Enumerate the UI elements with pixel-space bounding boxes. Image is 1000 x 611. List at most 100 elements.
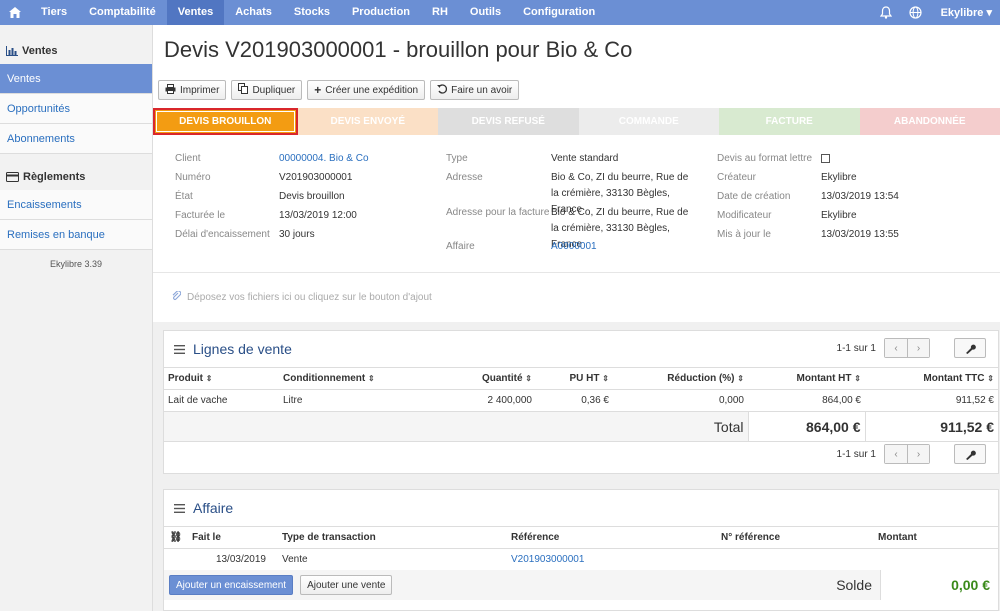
balance-area: Solde 0,00 €: [770, 570, 998, 600]
add-sale-button[interactable]: Ajouter une vente: [300, 575, 393, 595]
sidebar-section-label: Règlements: [23, 171, 86, 183]
top-navigation: Tiers Comptabilité Ventes Achats Stocks …: [0, 0, 1000, 25]
col-n-reference: N° référence: [717, 526, 874, 549]
type-label: Type: [446, 153, 468, 164]
nav-production[interactable]: Production: [341, 0, 421, 25]
nav-configuration[interactable]: Configuration: [512, 0, 606, 25]
col-pu-ht[interactable]: PU HT ⇕: [536, 367, 613, 390]
cell-reference: V201903000001: [507, 548, 717, 571]
chevron-down-icon: ▾: [986, 7, 992, 19]
sort-icon: ⇕: [854, 374, 861, 383]
client-link[interactable]: 00000004. Bio & Co: [279, 151, 369, 167]
sidebar-item-encaissements[interactable]: Encaissements: [0, 190, 152, 220]
cell-montant: [874, 548, 998, 571]
sidebar-item-ventes[interactable]: Ventes: [0, 64, 152, 94]
col-reference: Référence: [507, 526, 717, 549]
credit-card-icon: [6, 172, 19, 182]
chevron-right-icon[interactable]: ›: [907, 445, 929, 463]
add-payment-button[interactable]: Ajouter un encaissement: [169, 575, 294, 595]
create-shipment-button[interactable]: + Créer une expédition: [307, 80, 426, 100]
home-icon[interactable]: [0, 0, 30, 25]
col-reduction[interactable]: Réduction (%) ⇕: [613, 367, 748, 390]
table-row[interactable]: Lait de vache Litre 2 400,000 0,36 € 0,0…: [164, 389, 998, 412]
file-dropzone[interactable]: Déposez vos fichiers ici ou cliquez sur …: [172, 290, 432, 304]
col-quantite[interactable]: Quantité ⇕: [469, 367, 536, 390]
affair-table: ⛓ Fait le Type de transaction Référence …: [164, 526, 998, 571]
duplicate-button[interactable]: Dupliquer: [231, 80, 303, 100]
maj-value: 13/03/2019 13:55: [821, 229, 899, 240]
cell-montant-ht: 864,00 €: [748, 389, 865, 412]
cell-fait-le: 13/03/2019: [188, 548, 278, 571]
bar-chart-icon: [6, 46, 18, 56]
step-devis-refuse[interactable]: DEVIS REFUSÉ: [438, 108, 579, 135]
wrench-icon[interactable]: [954, 444, 986, 464]
col-montant-ttc[interactable]: Montant TTC ⇕: [865, 367, 998, 390]
step-devis-brouillon[interactable]: DEVIS BROUILLON: [153, 108, 298, 135]
sort-icon: ⇕: [987, 374, 994, 383]
etat-value: Devis brouillon: [279, 191, 345, 202]
sort-icon: ⇕: [602, 374, 609, 383]
sale-lines-pager-top: 1-1 sur 1 ‹ ›: [837, 338, 986, 358]
step-commande[interactable]: COMMANDE: [578, 108, 719, 135]
client-label: Client: [175, 153, 201, 164]
total-label: Total: [164, 411, 748, 442]
table-row[interactable]: 13/03/2019 Vente V201903000001: [164, 548, 998, 571]
nav-achats[interactable]: Achats: [224, 0, 283, 25]
chevron-left-icon[interactable]: ‹: [885, 445, 907, 463]
unlink-icon[interactable]: ⛓: [164, 526, 188, 549]
dropzone-text: Déposez vos fichiers ici ou cliquez sur …: [187, 292, 432, 303]
sort-icon: ⇕: [368, 374, 375, 383]
duplicate-label: Dupliquer: [252, 84, 296, 96]
balance-label: Solde: [836, 577, 872, 593]
details-panel: Client 00000004. Bio & Co Numéro V201903…: [153, 143, 1000, 273]
printer-icon: [165, 83, 176, 97]
undo-icon: [437, 83, 448, 97]
reference-link[interactable]: V201903000001: [511, 554, 584, 565]
nav-rh[interactable]: RH: [421, 0, 459, 25]
credit-note-label: Faire un avoir: [451, 84, 513, 96]
paperclip-icon: [172, 290, 182, 304]
nav-ventes[interactable]: Ventes: [166, 0, 225, 25]
format-lettre-checkbox[interactable]: [821, 154, 830, 163]
col-montant-ht[interactable]: Montant HT ⇕: [748, 367, 865, 390]
step-facture[interactable]: FACTURE: [719, 108, 860, 135]
col-label: Produit: [168, 373, 203, 384]
sale-lines-pager-bottom: 1-1 sur 1 ‹ ›: [837, 444, 986, 464]
chevron-right-icon[interactable]: ›: [907, 339, 929, 357]
col-label: Réduction (%): [667, 373, 735, 384]
sidebar-item-remises[interactable]: Remises en banque: [0, 220, 152, 250]
format-lettre-label: Devis au format lettre: [717, 153, 813, 164]
page-title: Devis V201903000001 - brouillon pour Bio…: [164, 37, 633, 62]
nav-outils[interactable]: Outils: [459, 0, 512, 25]
cell-conditionnement: Litre: [279, 389, 469, 412]
col-conditionnement[interactable]: Conditionnement ⇕: [279, 367, 469, 390]
list-icon: [174, 341, 185, 357]
user-menu[interactable]: Ekylibre ▾: [931, 6, 1000, 19]
chevron-left-icon[interactable]: ‹: [885, 339, 907, 357]
cell-montant-ttc: 911,52 €: [865, 389, 998, 412]
affaire-link[interactable]: A0000001: [551, 239, 597, 255]
affair-header: Affaire: [164, 490, 998, 526]
total-ttc: 911,52 €: [864, 411, 998, 442]
sidebar-item-abonnements[interactable]: Abonnements: [0, 124, 152, 154]
numero-value: V201903000001: [279, 172, 353, 183]
print-button[interactable]: Imprimer: [158, 80, 227, 100]
credit-note-button[interactable]: Faire un avoir: [430, 80, 520, 100]
nav-comptabilite[interactable]: Comptabilité: [78, 0, 167, 25]
copy-icon: [238, 83, 249, 97]
nav-stocks[interactable]: Stocks: [283, 0, 341, 25]
bell-icon[interactable]: [871, 6, 901, 19]
sale-lines-panel: Lignes de vente 1-1 sur 1 ‹ › Produit ⇕ …: [163, 330, 999, 474]
col-produit[interactable]: Produit ⇕: [164, 367, 279, 390]
sidebar-section-label: Ventes: [22, 45, 58, 57]
step-devis-envoye[interactable]: DEVIS ENVOYÉ: [297, 108, 438, 135]
step-abandonnee[interactable]: ABANDONNÉE: [859, 108, 1000, 135]
maj-label: Mis à jour le: [717, 229, 771, 240]
globe-icon[interactable]: [901, 6, 931, 19]
wrench-icon[interactable]: [954, 338, 986, 358]
sidebar-item-opportunites[interactable]: Opportunités: [0, 94, 152, 124]
sidebar-section-reglements: Règlements: [0, 164, 152, 190]
list-icon: [174, 500, 185, 516]
nav-tiers[interactable]: Tiers: [30, 0, 78, 25]
col-label: PU HT: [569, 373, 600, 384]
